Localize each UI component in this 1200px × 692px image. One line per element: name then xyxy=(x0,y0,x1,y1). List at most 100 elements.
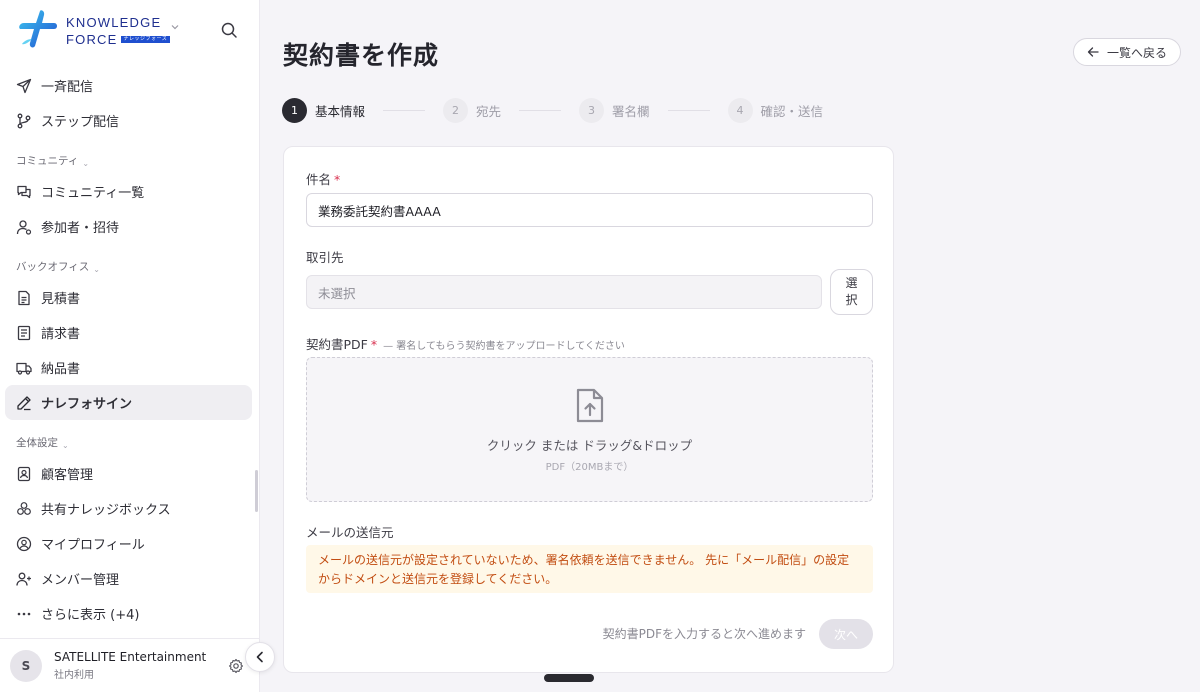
step-number: 4 xyxy=(727,97,753,123)
section-label: コミュニティ xyxy=(16,155,79,167)
pdf-label: 契約書PDF * — 署名してもらう契約書をアップロードしてください xyxy=(306,334,625,353)
avatar: S xyxy=(10,649,42,682)
pdf-hint: — 署名してもらう契約書をアップロードしてください xyxy=(383,341,625,352)
step-connector xyxy=(383,109,426,111)
chevron-down-icon: ⌄ xyxy=(62,441,69,450)
step-confirm-send: 4 確認・送信 xyxy=(727,97,824,123)
dropzone-sub-text: PDF（20MBまで） xyxy=(545,462,634,473)
sidebar-item-label: ステップ配信 xyxy=(41,115,120,130)
mail-sender-label: メールの送信元 xyxy=(306,525,394,540)
pdf-label-text: 契約書PDF xyxy=(306,337,368,352)
boxes-icon xyxy=(17,501,31,515)
sidebar-item-label: 見積書 xyxy=(41,292,81,307)
step-signature-field: 3 署名欄 xyxy=(579,97,650,123)
arrow-left-icon xyxy=(1087,47,1099,57)
brand-line2: FORCE xyxy=(66,32,118,47)
gear-icon[interactable] xyxy=(228,658,244,674)
subject-input[interactable]: 業務委託契約書AAAA xyxy=(306,193,873,227)
sidebar-item-label: さらに表示 (+4) xyxy=(41,608,140,623)
section-settings[interactable]: 全体設定 ⌄ xyxy=(0,420,260,456)
step-recipient: 2 宛先 xyxy=(443,97,502,123)
sidebar-collapse-button[interactable] xyxy=(245,642,275,672)
sidebar-item-broadcast[interactable]: 一斉配信 xyxy=(0,68,260,103)
contact-book-icon xyxy=(17,466,31,481)
sidebar-item-label: マイプロフィール xyxy=(41,538,145,553)
sidebar-item-delivery-note[interactable]: 納品書 xyxy=(0,350,260,385)
step-basic-info: 1 基本情報 xyxy=(282,97,366,123)
back-to-list-label: 一覧へ戻る xyxy=(1106,45,1167,60)
contract-form-card: 件名 * 業務委託契約書AAAA 取引先 未選択 選択 契約書PDF * — 署名して… xyxy=(283,146,894,673)
section-label: バックオフィス xyxy=(16,261,90,273)
sidebar-item-label: 納品書 xyxy=(41,362,81,377)
file-upload-icon xyxy=(576,388,604,423)
section-backoffice[interactable]: バックオフィス ⌄ xyxy=(0,244,260,280)
sidebar-item-label: コミュニティ一覧 xyxy=(41,186,145,201)
client-field[interactable]: 未選択 xyxy=(306,275,822,309)
dropzone-main-text: クリック または ドラッグ&ドロップ xyxy=(486,438,693,453)
search-icon[interactable] xyxy=(220,21,238,39)
next-step-hint: 契約書PDFを入力すると次へ進めます xyxy=(602,627,806,641)
stepper: 1 基本情報 2 宛先 3 署名欄 4 確認・送信 xyxy=(282,97,823,123)
step-label: 基本情報 xyxy=(315,103,366,119)
sidebar-item-show-more[interactable]: さらに表示 (+4) xyxy=(0,596,260,631)
step-connector xyxy=(667,109,710,111)
pen-icon xyxy=(17,395,31,410)
sidebar-item-label: 顧客管理 xyxy=(41,468,94,483)
user-icon xyxy=(16,219,32,235)
sidebar-item-label: 一斉配信 xyxy=(41,80,94,95)
subject-label-text: 件名 xyxy=(306,172,332,187)
profile-circle-icon xyxy=(16,536,32,551)
section-label: 全体設定 xyxy=(16,437,58,449)
sidebar-item-quotation[interactable]: 見積書 xyxy=(0,280,260,315)
account-name: SATELLITE Entertainment xyxy=(54,650,207,664)
sidebar-nav: 一斉配信 ステップ配信 コミュニティ ⌄ コミュニティ一覧 参加者・招待 バックオ… xyxy=(0,68,260,631)
document-icon xyxy=(18,290,30,305)
brand-line1: KNOWLEDGE xyxy=(66,15,162,30)
send-icon xyxy=(16,78,32,93)
step-label: 署名欄 xyxy=(612,103,650,119)
more-dots-icon xyxy=(17,612,31,615)
sidebar-item-participants[interactable]: 参加者・招待 xyxy=(0,209,260,244)
sidebar-item-label: ナレフォサイン xyxy=(41,397,133,412)
sidebar-item-community-list[interactable]: コミュニティ一覧 xyxy=(0,174,260,209)
sender-warning: メールの送信元が設定されていないため、署名依頼を送信できません。 先に「メール配… xyxy=(306,545,873,593)
account-panel[interactable]: S SATELLITE Entertainment 社内利用 xyxy=(0,638,260,692)
members-icon xyxy=(16,572,31,586)
invoice-icon xyxy=(17,325,31,340)
chevron-left-icon xyxy=(256,651,263,663)
brand-tag: ナレッジフォース xyxy=(120,36,171,43)
chat-bubbles-icon xyxy=(17,185,31,198)
sidebar-item-my-profile[interactable]: マイプロフィール xyxy=(0,526,260,561)
chevron-down-icon: ⌄ xyxy=(93,265,100,274)
page-title: 契約書を作成 xyxy=(283,41,440,70)
sidebar-scrollbar[interactable] xyxy=(255,470,258,512)
branch-icon xyxy=(17,113,31,128)
sidebar-item-shared-knowledge-box[interactable]: 共有ナレッジボックス xyxy=(0,491,260,526)
truck-icon xyxy=(16,362,32,375)
sidebar-item-members[interactable]: メンバー管理 xyxy=(0,561,260,596)
step-number: 1 xyxy=(282,97,307,123)
sidebar-item-customers[interactable]: 顧客管理 xyxy=(0,456,260,491)
required-mark: * xyxy=(334,172,341,187)
sidebar-item-step-delivery[interactable]: ステップ配信 xyxy=(0,103,260,138)
knowledge-force-logo-icon xyxy=(19,10,57,48)
pdf-dropzone[interactable]: クリック または ドラッグ&ドロップ PDF（20MBまで） xyxy=(306,357,873,502)
sidebar-item-label: 共有ナレッジボックス xyxy=(41,503,171,518)
brand-logo[interactable]: KNOWLEDGE FORCE ナレッジフォース xyxy=(16,8,171,54)
required-mark: * xyxy=(370,337,378,352)
chevron-down-icon[interactable] xyxy=(170,22,180,32)
step-connector xyxy=(519,109,562,111)
sidebar-item-invoice[interactable]: 請求書 xyxy=(0,315,260,350)
next-button[interactable]: 次へ xyxy=(819,619,873,649)
select-client-button[interactable]: 選択 xyxy=(830,269,873,315)
chevron-down-icon: ⌄ xyxy=(82,159,90,168)
section-community[interactable]: コミュニティ ⌄ xyxy=(0,138,260,174)
step-label: 確認・送信 xyxy=(760,103,824,119)
account-usage-type: 社内利用 xyxy=(54,670,94,681)
client-label: 取引先 xyxy=(306,250,344,265)
sidebar-item-narefo-sign[interactable]: ナレフォサイン xyxy=(5,385,252,420)
step-label: 宛先 xyxy=(476,103,502,119)
sidebar: KNOWLEDGE FORCE ナレッジフォース 一斉配信 ステップ配信 コミュ… xyxy=(0,0,260,692)
sidebar-item-label: 参加者・招待 xyxy=(41,221,120,236)
back-to-list-button[interactable]: 一覧へ戻る xyxy=(1073,38,1181,66)
